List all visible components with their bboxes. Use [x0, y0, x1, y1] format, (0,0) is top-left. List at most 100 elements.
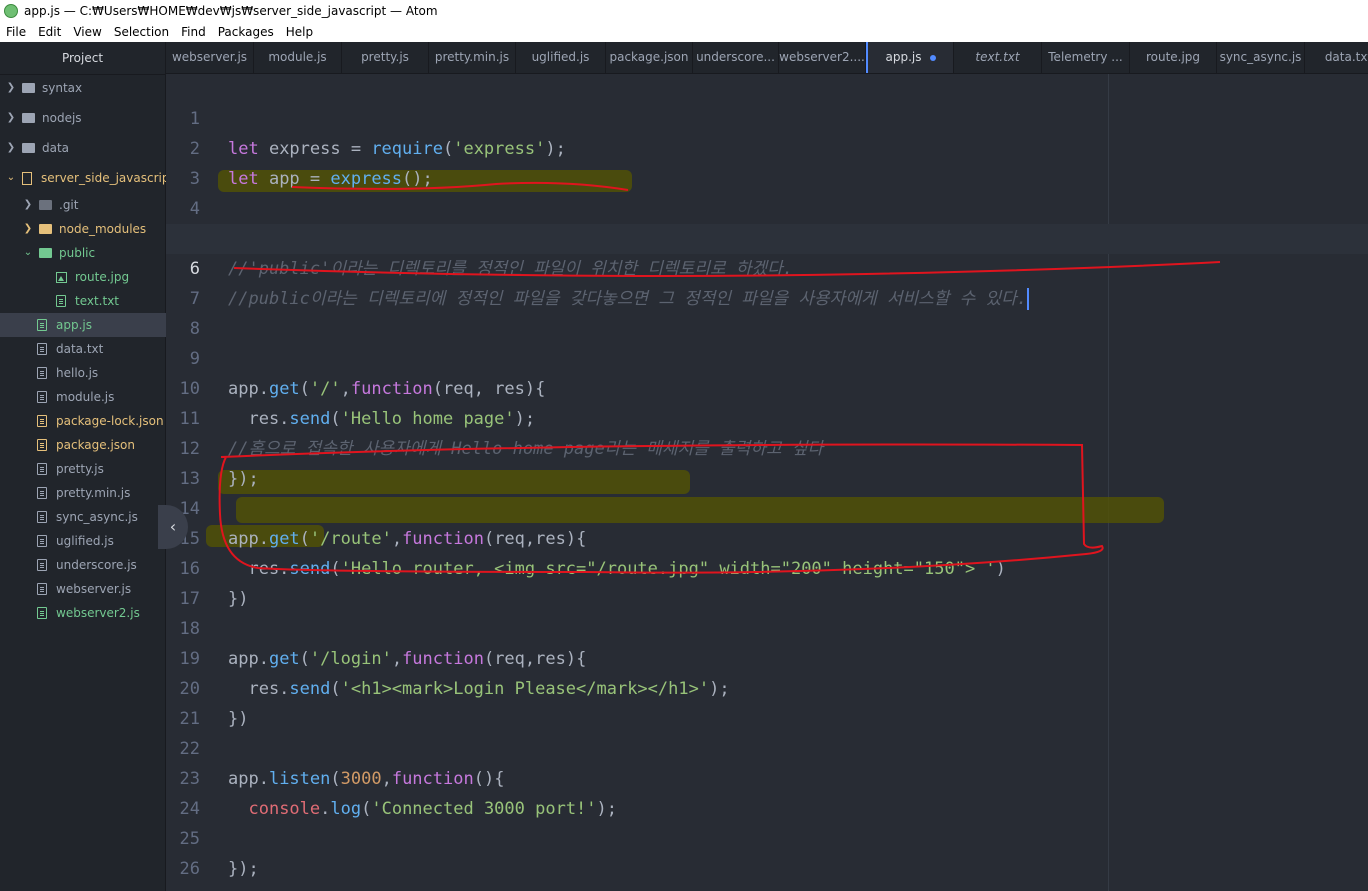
tree-file-package-json[interactable]: package.json — [37, 433, 135, 457]
tab-telemetry[interactable]: Telemetry ... — [1042, 42, 1130, 73]
tree-file-pretty-min-js[interactable]: pretty.min.js — [37, 481, 130, 505]
project-title: Project — [0, 42, 165, 75]
code-line[interactable]: 10 res.send('Hello home page'); — [166, 344, 1368, 429]
code-line[interactable]: 21 — [166, 674, 1368, 729]
chevron-down-icon: ⌄ — [6, 172, 16, 183]
code-line[interactable]: 17 — [166, 554, 1368, 609]
code-line[interactable]: 16 }) — [166, 524, 1368, 609]
tree-project-root[interactable]: ⌄ server_side_javascript — [6, 166, 174, 190]
file-icon — [37, 607, 47, 619]
code-line[interactable]: 12 }); — [166, 404, 1368, 489]
code-line[interactable]: 4 app.use(express.static('public')); — [166, 164, 1368, 249]
code-line[interactable]: 18 app.get('/login',function(req,res){ — [166, 584, 1368, 669]
code-line[interactable]: 9 app.get('/',function(req, res){ — [166, 314, 1368, 399]
tree-folder-node-modules[interactable]: ❯ node_modules — [23, 217, 146, 241]
tree-file-module-js[interactable]: module.js — [37, 385, 114, 409]
menu-bar: File Edit View Selection Find Packages H… — [0, 22, 1368, 42]
code-line[interactable]: 11 //홈으로 접속한 사용자에게 Hello home page라는 메세지… — [166, 374, 1368, 459]
tab-text-txt[interactable]: text.txt — [954, 42, 1042, 73]
code-line[interactable]: 8 — [166, 284, 1368, 339]
window-title: app.js — C:₩Users₩HOME₩dev₩js₩server_sid… — [24, 4, 438, 18]
folder-icon — [39, 224, 52, 234]
file-icon — [37, 367, 47, 379]
tab-package-json[interactable]: package.json — [606, 42, 693, 73]
tab-pretty-min-js[interactable]: pretty.min.js — [429, 42, 516, 73]
tree-folder-git[interactable]: ❯ .git — [23, 193, 79, 217]
file-icon — [37, 535, 47, 547]
tree-file-pretty-js[interactable]: pretty.js — [37, 457, 104, 481]
menu-selection[interactable]: Selection — [108, 25, 175, 39]
tab-route-jpg[interactable]: route.jpg — [1130, 42, 1217, 73]
tree-file-route-jpg[interactable]: route.jpg — [56, 265, 129, 289]
menu-file[interactable]: File — [0, 25, 32, 39]
title-bar: app.js — C:₩Users₩HOME₩dev₩js₩server_sid… — [0, 0, 1368, 22]
menu-packages[interactable]: Packages — [212, 25, 280, 39]
file-icon — [37, 463, 47, 475]
file-icon — [37, 439, 47, 451]
tree-file-package-lock-json[interactable]: package-lock.json — [37, 409, 164, 433]
tab-webserver2-js[interactable]: webserver2.... — [779, 42, 866, 73]
code-line[interactable]: 26 — [166, 824, 1368, 879]
tree-folder-syntax[interactable]: ❯ syntax — [6, 76, 82, 100]
tree-folder-public[interactable]: ⌄ public — [23, 241, 95, 265]
tree-file-webserver-js[interactable]: webserver.js — [37, 577, 131, 601]
code-line[interactable]: 23 console.log('Connected 3000 port!'); — [166, 734, 1368, 819]
code-line[interactable]: 22 app.listen(3000,function(){ — [166, 704, 1368, 789]
tree-file-data-txt[interactable]: data.txt — [37, 337, 103, 361]
tree-file-sync-async-js[interactable]: sync_async.js — [37, 505, 138, 529]
code-line[interactable]: 14 app.get('/route',function(req,res){ — [166, 464, 1368, 549]
file-icon — [37, 559, 47, 571]
file-icon — [37, 583, 47, 595]
tab-module-js[interactable]: module.js — [254, 42, 342, 73]
tree-file-webserver2-js[interactable]: webserver2.js — [37, 601, 140, 625]
tab-webserver-js[interactable]: webserver.js — [166, 42, 254, 73]
tab-uglified-js[interactable]: uglified.js — [516, 42, 606, 73]
file-icon — [56, 295, 66, 307]
code-line[interactable]: 25 }); — [166, 794, 1368, 879]
tree-file-hello-js[interactable]: hello.js — [37, 361, 98, 385]
folder-icon — [22, 83, 35, 93]
code-line[interactable]: 15 res.send('Hello router, <img src="/ro… — [166, 494, 1368, 579]
file-icon — [37, 319, 47, 331]
tab-data-txt[interactable]: data.txt — [1305, 42, 1368, 73]
code-line[interactable]: 3 — [166, 134, 1368, 189]
chevron-right-icon: ❯ — [6, 142, 16, 153]
code-line[interactable]: 20 }) — [166, 644, 1368, 729]
tab-sync-async-js[interactable]: sync_async.js — [1217, 42, 1305, 73]
folder-icon — [39, 248, 52, 258]
tab-pretty-js[interactable]: pretty.js — [342, 42, 429, 73]
chevron-right-icon: ❯ — [6, 112, 16, 123]
code-line[interactable]: 13 — [166, 434, 1368, 489]
folder-icon — [22, 113, 35, 123]
code-line[interactable]: 19 res.send('<h1><mark>Login Please</mar… — [166, 614, 1368, 699]
tree-folder-nodejs[interactable]: ❯ nodejs — [6, 106, 82, 130]
file-icon — [37, 391, 47, 403]
menu-view[interactable]: View — [67, 25, 107, 39]
code-line[interactable]: 5 //'public'이라는 디렉토리를 정적인 파일이 위치한 디렉토리로 … — [166, 194, 1368, 279]
tab-app-js[interactable]: app.js — [866, 42, 954, 73]
image-file-icon — [56, 271, 67, 283]
menu-find[interactable]: Find — [175, 25, 212, 39]
code-line-cursor[interactable]: 6 //public이라는 디렉토리에 정적인 파일을 갖다놓으면 그 정적인 … — [166, 224, 1368, 310]
tree-folder-data[interactable]: ❯ data — [6, 136, 69, 160]
tree-file-uglified-js[interactable]: uglified.js — [37, 529, 114, 553]
code-line[interactable]: 2 let app = express(); — [166, 104, 1368, 189]
menu-help[interactable]: Help — [280, 25, 319, 39]
tree-file-text-txt[interactable]: text.txt — [56, 289, 119, 313]
project-sidebar: Project ❯ syntax ❯ nodejs ❯ data ⌄ serve… — [0, 42, 174, 891]
code-editor[interactable]: 1 let express = require('express'); 2 le… — [166, 74, 1368, 891]
tab-underscore-js[interactable]: underscore... — [693, 42, 779, 73]
chevron-down-icon: ⌄ — [23, 247, 33, 258]
folder-icon — [39, 200, 52, 210]
menu-edit[interactable]: Edit — [32, 25, 67, 39]
code-line[interactable]: 7 — [166, 254, 1368, 309]
repo-icon — [22, 171, 32, 185]
code-line[interactable]: 1 let express = require('express'); — [166, 74, 1368, 159]
code-text: }); — [228, 859, 259, 879]
tree-file-app-js[interactable]: app.js — [0, 313, 166, 337]
code-line[interactable]: 24 — [166, 764, 1368, 819]
file-icon — [37, 343, 47, 355]
tree-file-underscore-js[interactable]: underscore.js — [37, 553, 137, 577]
chevron-right-icon: ❯ — [6, 82, 16, 93]
folder-icon — [22, 143, 35, 153]
